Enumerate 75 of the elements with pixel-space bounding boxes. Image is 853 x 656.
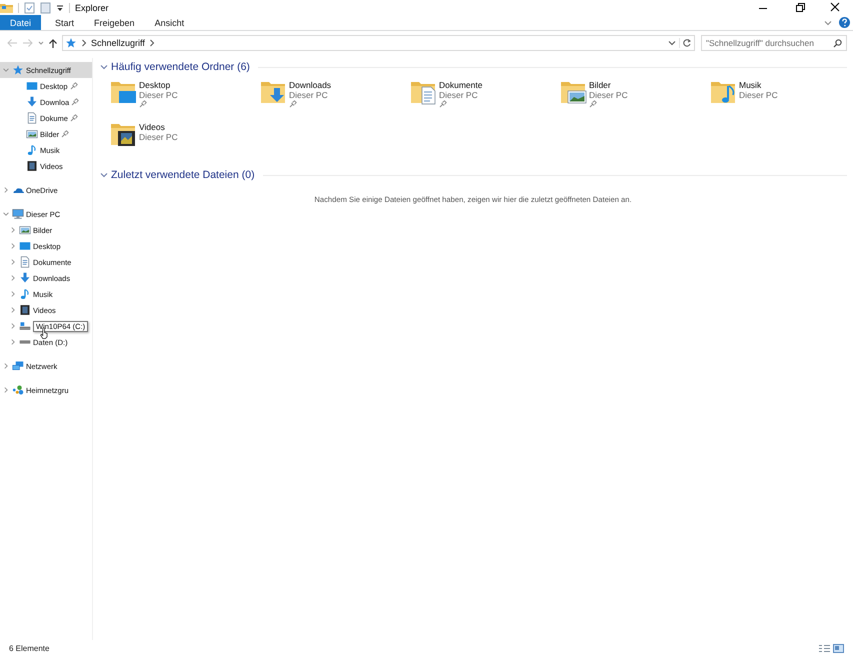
expand-chevron-icon[interactable] [9,306,17,314]
drive-icon [19,320,31,332]
help-icon[interactable] [839,17,850,28]
up-button[interactable] [48,38,58,48]
document-icon [19,256,31,268]
expand-chevron-icon[interactable] [9,338,17,346]
refresh-icon[interactable] [682,38,692,48]
section-chevron-icon[interactable] [99,170,109,180]
search-icon[interactable] [833,38,842,48]
dropdown-icon[interactable] [56,2,64,12]
folder-tile[interactable]: Videos Dieser PC [109,120,259,158]
drive-icon [19,340,31,344]
expand-chevron-icon[interactable] [2,362,10,370]
folder-location: Dieser PC [139,90,178,100]
breadcrumb-item[interactable]: Schnellzugriff [91,38,145,48]
folder-location: Dieser PC [589,90,628,100]
computer-icon [12,208,24,220]
document-icon [26,112,38,124]
expand-chevron-icon[interactable] [9,290,17,298]
monitor-icon [26,80,38,92]
folder-location: Dieser PC [439,90,478,100]
folder-tile[interactable]: Desktop Dieser PC [109,78,259,116]
expand-chevron-icon[interactable] [9,258,17,266]
picture-icon [19,224,31,236]
homegroup-icon [12,384,24,396]
window-title: Explorer [75,2,109,12]
folder-tile[interactable]: Musik Dieser PC [709,78,853,116]
down-arrow-icon [26,96,38,108]
folder-location: Dieser PC [139,132,178,142]
folder-tile[interactable]: Downloads Dieser PC [259,78,409,116]
expand-chevron-icon[interactable] [2,186,10,194]
picture-icon [26,128,38,140]
film-icon [19,304,31,316]
folder-name: Musik [739,80,762,90]
expand-chevron-icon[interactable] [9,226,17,234]
expand-chevron-icon[interactable] [9,242,17,250]
down-arrow-icon [19,272,31,284]
folder-tile[interactable]: Bilder Dieser PC [559,78,709,116]
folder-name: Dokumente [439,80,482,90]
properties-icon[interactable] [24,2,35,14]
folder-name: Desktop [139,80,170,90]
network-icon [12,360,24,372]
section-heading[interactable]: Zuletzt verwendete Dateien (0) [111,169,255,181]
item-count: 6 Elemente [9,644,50,652]
section-heading[interactable]: Häufig verwendete Ordner (6) [111,61,250,73]
music-note-icon [26,144,38,156]
folder-name: Downloads [289,80,332,90]
file-tab[interactable]: Datei [0,15,42,30]
folder-name: Videos [139,122,165,132]
breadcrumb-chevron-icon[interactable] [79,38,89,48]
monitor-icon [19,240,31,252]
section-chevron-icon[interactable] [99,62,109,72]
expand-chevron-icon[interactable] [2,386,10,394]
tiles-view-icon[interactable] [833,644,844,652]
address-dropdown-icon[interactable] [667,38,677,48]
ribbon-tab[interactable]: Ansicht [144,15,194,30]
expand-chevron-icon[interactable] [2,66,10,74]
recent-locations-button[interactable] [38,40,44,46]
ribbon-tab[interactable]: Freigeben [84,15,145,30]
expand-chevron-icon[interactable] [2,210,10,218]
expand-chevron-icon[interactable] [9,322,17,330]
folder-icon[interactable] [0,2,13,14]
star-icon [12,64,24,76]
folder-name: Bilder [589,80,611,90]
folder-tile[interactable]: Dokumente Dieser PC [409,78,559,116]
film-icon [26,160,38,172]
star-icon [65,37,77,49]
details-view-icon[interactable] [819,644,830,652]
ribbon-tab[interactable]: Start [45,15,84,30]
expand-chevron-icon[interactable] [9,274,17,282]
music-note-icon [19,288,31,300]
address-field[interactable]: Schnellzugriff [62,35,695,51]
folder-location: Dieser PC [739,90,778,100]
search-field[interactable]: "Schnellzugriff" durchsuchen [701,35,847,51]
folder-location: Dieser PC [289,90,328,100]
